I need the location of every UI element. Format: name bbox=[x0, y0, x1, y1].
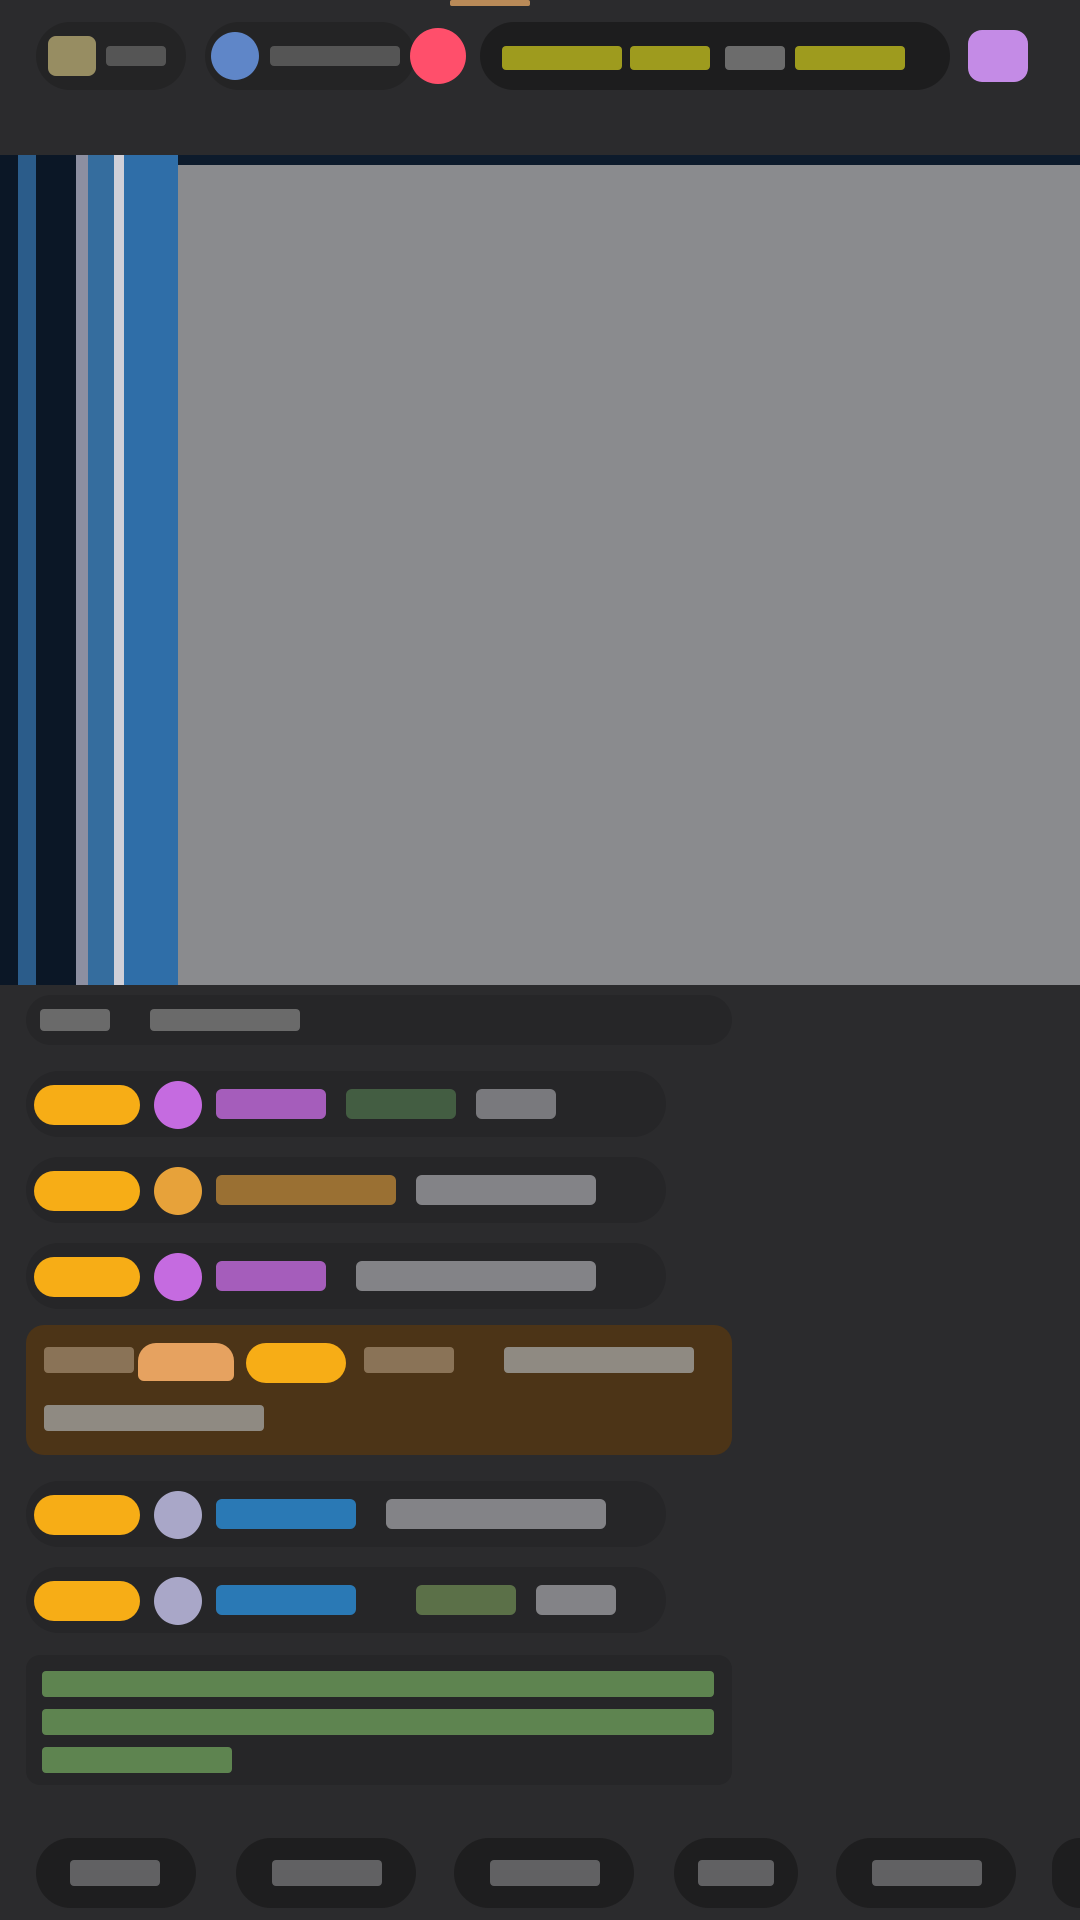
live-red-dot-icon[interactable] bbox=[410, 28, 466, 84]
message-blur bbox=[476, 1089, 556, 1119]
fan-icon bbox=[154, 1167, 202, 1215]
quick-action-chip[interactable] bbox=[674, 1838, 798, 1908]
system-text-blur bbox=[42, 1747, 232, 1773]
message-blur bbox=[416, 1585, 516, 1615]
chip-label-blur bbox=[70, 1860, 160, 1886]
ticker-text-blur bbox=[795, 46, 905, 70]
viewer-count-blur bbox=[270, 46, 400, 66]
video-stripe bbox=[0, 155, 18, 985]
system-text-blur bbox=[42, 1709, 714, 1735]
chat-message[interactable] bbox=[26, 1481, 666, 1547]
gift-icon[interactable] bbox=[968, 30, 1028, 82]
live-video-area[interactable] bbox=[0, 155, 1080, 985]
message-blur bbox=[346, 1089, 456, 1119]
video-stripe bbox=[88, 155, 114, 985]
highlight-text-blur bbox=[504, 1347, 694, 1373]
ticker-text-blur bbox=[502, 46, 622, 70]
quick-action-chip[interactable] bbox=[1052, 1838, 1080, 1908]
highlighted-chat-message[interactable] bbox=[26, 1325, 732, 1455]
message-blur bbox=[416, 1175, 596, 1205]
username-blur bbox=[216, 1261, 326, 1291]
chat-message[interactable] bbox=[26, 1243, 666, 1309]
bottom-action-bar bbox=[0, 1820, 1080, 1920]
level-badge bbox=[34, 1581, 140, 1621]
streamer-info-pill[interactable] bbox=[36, 22, 186, 90]
diamond-icon bbox=[154, 1253, 202, 1301]
highlight-username-blur bbox=[44, 1347, 134, 1373]
streamer-avatar bbox=[48, 36, 96, 76]
message-blur bbox=[356, 1261, 596, 1291]
streamer-name-blur bbox=[106, 46, 166, 66]
username-blur bbox=[216, 1585, 356, 1615]
chat-notice-row bbox=[26, 995, 732, 1045]
username-blur bbox=[216, 1089, 326, 1119]
diamond-icon bbox=[154, 1081, 202, 1129]
chat-message[interactable] bbox=[26, 1157, 666, 1223]
system-message bbox=[26, 1655, 732, 1785]
viewer-avatar-icon bbox=[211, 32, 259, 80]
ticker-text-blur bbox=[630, 46, 710, 70]
medal-icon bbox=[138, 1343, 234, 1381]
quick-action-chip[interactable] bbox=[36, 1838, 196, 1908]
level-badge bbox=[34, 1171, 140, 1211]
level-badge bbox=[34, 1257, 140, 1297]
top-accent-bar bbox=[450, 0, 530, 6]
level-badge bbox=[246, 1343, 346, 1383]
level-badge bbox=[34, 1495, 140, 1535]
chip-label-blur bbox=[872, 1860, 982, 1886]
video-stripe bbox=[36, 155, 76, 985]
ticker-pill[interactable] bbox=[480, 22, 950, 90]
notice-text-blur bbox=[40, 1009, 110, 1031]
chip-label-blur bbox=[490, 1860, 600, 1886]
video-stripe bbox=[114, 155, 124, 985]
user-avatar bbox=[154, 1577, 202, 1625]
video-stripe bbox=[76, 155, 88, 985]
username-blur bbox=[216, 1175, 396, 1205]
quick-action-chip[interactable] bbox=[836, 1838, 1016, 1908]
top-info-bar bbox=[0, 0, 1080, 155]
video-stripe bbox=[124, 155, 178, 985]
video-placeholder bbox=[178, 165, 1080, 985]
highlight-text-blur bbox=[44, 1405, 264, 1431]
chat-panel bbox=[0, 985, 1080, 1805]
notice-text-blur bbox=[150, 1009, 300, 1031]
video-stripe bbox=[18, 155, 36, 985]
quick-action-chip[interactable] bbox=[236, 1838, 416, 1908]
quick-action-chip[interactable] bbox=[454, 1838, 634, 1908]
chip-label-blur bbox=[272, 1860, 382, 1886]
user-avatar bbox=[154, 1491, 202, 1539]
chat-message[interactable] bbox=[26, 1567, 666, 1633]
message-blur bbox=[386, 1499, 606, 1529]
chip-label-blur bbox=[698, 1860, 774, 1886]
chat-message[interactable] bbox=[26, 1071, 666, 1137]
level-badge bbox=[34, 1085, 140, 1125]
ticker-text-blur bbox=[725, 46, 785, 70]
system-text-blur bbox=[42, 1671, 714, 1697]
username-blur bbox=[216, 1499, 356, 1529]
highlight-text-blur bbox=[364, 1347, 454, 1373]
viewer-count-pill[interactable] bbox=[205, 22, 415, 90]
message-blur bbox=[536, 1585, 616, 1615]
